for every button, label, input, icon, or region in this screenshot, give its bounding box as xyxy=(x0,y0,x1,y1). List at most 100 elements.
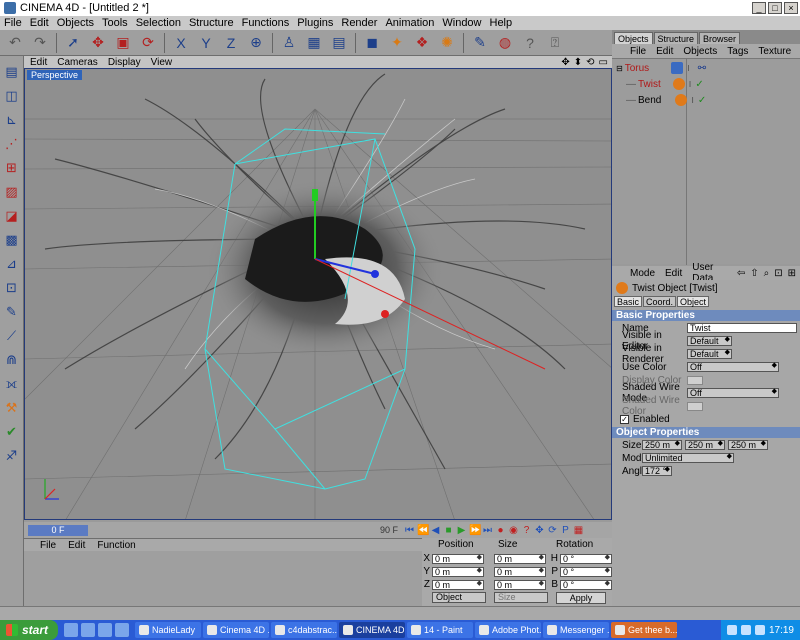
visible-editor-select[interactable]: Default xyxy=(687,336,732,346)
current-frame-field[interactable]: 0 F xyxy=(28,524,88,536)
position-z-field[interactable]: 0 m xyxy=(432,579,484,590)
rotate-icon[interactable]: ⟳ xyxy=(137,32,159,54)
play-reverse-icon[interactable]: ◀ xyxy=(430,525,441,536)
obj-menu-objects[interactable]: Objects xyxy=(683,46,717,57)
tab-coord[interactable]: Coord. xyxy=(643,296,677,307)
autokey-icon[interactable]: ◉ xyxy=(508,525,519,536)
magnet-icon[interactable]: ⋒ xyxy=(2,350,22,370)
tab-browser[interactable]: Browser xyxy=(699,32,741,44)
undo-icon[interactable]: ↶ xyxy=(4,32,26,54)
menu-window[interactable]: Window xyxy=(442,17,481,29)
layout-icon[interactable]: ▤ xyxy=(2,62,22,82)
name-input[interactable]: Twist xyxy=(687,323,797,333)
sculpt-icon[interactable]: ⚒ xyxy=(2,398,22,418)
taskbar-item-photoshop[interactable]: Adobe Phot... xyxy=(475,622,541,638)
object-properties-header[interactable]: Object Properties xyxy=(612,427,800,438)
y-axis-lock-button[interactable]: Y xyxy=(195,32,217,54)
mode-select[interactable]: Unlimited xyxy=(642,453,734,463)
menu-tools[interactable]: Tools xyxy=(102,17,128,29)
spline-icon[interactable]: ◍ xyxy=(494,32,516,54)
tab-basic[interactable]: Basic xyxy=(614,296,643,307)
material-menu-edit[interactable]: Edit xyxy=(68,540,85,551)
close-button[interactable]: × xyxy=(784,2,798,14)
new-panel-icon[interactable]: ⊞ xyxy=(788,268,796,279)
attr-menu-edit[interactable]: Edit xyxy=(665,268,682,279)
taskbar-item-c4dabstract[interactable]: c4dabstrac... xyxy=(271,622,337,638)
weight-icon[interactable]: ♐ xyxy=(2,446,22,466)
play-icon[interactable]: ▶ xyxy=(456,525,467,536)
collapse-icon[interactable]: ⊟ xyxy=(616,64,623,73)
bridge-icon[interactable]: ⟗ xyxy=(2,374,22,394)
visibility-dots-icon[interactable]: ⁝ xyxy=(691,96,694,105)
menu-objects[interactable]: Objects xyxy=(57,17,94,29)
shaded-wire-color-swatch[interactable] xyxy=(687,401,703,411)
use-color-select[interactable]: Off xyxy=(687,362,779,372)
axis-tool-icon[interactable]: ⊾ xyxy=(2,110,22,130)
obj-menu-texture[interactable]: Texture xyxy=(758,46,791,57)
point-level-icon[interactable]: ▦ xyxy=(573,525,584,536)
render-view-icon[interactable]: ❖ xyxy=(411,32,433,54)
coordinate-mode-select[interactable]: Object xyxy=(432,592,486,603)
position-key-icon[interactable]: ✥ xyxy=(534,525,545,536)
size-mode-select[interactable]: Size xyxy=(494,592,548,603)
taskbar-item-nadielady[interactable]: NadieLady xyxy=(135,622,201,638)
obj-menu-edit[interactable]: Edit xyxy=(656,46,673,57)
lock-icon[interactable]: ⊡ xyxy=(774,268,782,279)
up-arrow-icon[interactable]: ⇧ xyxy=(750,268,758,279)
brush-icon[interactable]: ✎ xyxy=(2,302,22,322)
network-icon[interactable] xyxy=(726,625,737,635)
size-y-field[interactable]: 0 m xyxy=(494,566,546,577)
attr-menu-mode[interactable]: Mode xyxy=(630,268,655,279)
enabled-check-icon[interactable]: ✓ xyxy=(698,95,706,106)
texture-mode-icon[interactable]: ▤ xyxy=(328,32,350,54)
taskbar-item-messenger[interactable]: Messenger ... xyxy=(543,622,609,638)
menu-selection[interactable]: Selection xyxy=(136,17,181,29)
x-axis-lock-button[interactable]: X xyxy=(170,32,192,54)
menu-help[interactable]: Help xyxy=(490,17,513,29)
live-selection-icon[interactable]: ➚ xyxy=(62,32,84,54)
move-icon[interactable]: ✥ xyxy=(87,32,109,54)
position-y-field[interactable]: 0 m xyxy=(432,566,484,577)
maximize-view-icon[interactable]: ▭ xyxy=(599,57,608,68)
show-desktop-icon[interactable] xyxy=(98,623,112,637)
minimize-button[interactable]: _ xyxy=(752,2,766,14)
menu-plugins[interactable]: Plugins xyxy=(297,17,333,29)
paint-icon[interactable]: ✔ xyxy=(2,422,22,442)
obj-menu-tags[interactable]: Tags xyxy=(727,46,748,57)
clock[interactable]: 17:19 xyxy=(769,625,794,636)
knife-icon[interactable]: ⟋ xyxy=(2,326,22,346)
pan-icon[interactable]: ✥ xyxy=(561,57,569,68)
polygon-mode-icon[interactable]: ▨ xyxy=(2,182,22,202)
light-icon[interactable]: ✎ xyxy=(469,32,491,54)
step-forward-icon[interactable]: ⏩ xyxy=(469,525,481,536)
help-cursor-icon[interactable]: ? xyxy=(519,32,541,54)
uv-mode-icon[interactable]: ◪ xyxy=(2,206,22,226)
checker-icon[interactable]: ▩ xyxy=(2,230,22,250)
size-x-input[interactable]: 250 m xyxy=(642,440,682,450)
menu-render[interactable]: Render xyxy=(341,17,377,29)
list-item[interactable]: ⊟ Torus ⁝ ⚯ xyxy=(616,61,706,75)
menu-structure[interactable]: Structure xyxy=(189,17,234,29)
object-mode-icon[interactable]: ▦ xyxy=(303,32,325,54)
viewport-menu-display[interactable]: Display xyxy=(108,57,141,68)
keyframe-selection-icon[interactable]: ? xyxy=(521,525,532,536)
render-region-icon[interactable]: ✦ xyxy=(386,32,408,54)
display-color-swatch[interactable] xyxy=(687,375,703,385)
snap-icon[interactable]: ⊿ xyxy=(2,254,22,274)
go-to-start-icon[interactable]: ⏮ xyxy=(404,525,415,536)
media-player-icon[interactable] xyxy=(81,623,95,637)
apply-button[interactable]: Apply xyxy=(556,592,606,604)
size-x-field[interactable]: 0 m xyxy=(494,553,546,564)
coordinate-system-icon[interactable]: ⊕ xyxy=(245,32,267,54)
context-help-icon[interactable]: ⍰ xyxy=(544,32,566,54)
go-to-end-icon[interactable]: ⏭ xyxy=(482,525,493,536)
z-axis-lock-button[interactable]: Z xyxy=(220,32,242,54)
render-settings-icon[interactable]: ✺ xyxy=(436,32,458,54)
position-x-field[interactable]: 0 m xyxy=(432,553,484,564)
object-name[interactable]: Torus xyxy=(625,63,649,74)
edges-mode-icon[interactable]: ⊞ xyxy=(2,158,22,178)
object-tools-icon[interactable]: ◫ xyxy=(2,86,22,106)
start-button[interactable]: start xyxy=(0,620,58,640)
workplane-icon[interactable]: ⊡ xyxy=(2,278,22,298)
shaded-wire-mode-select[interactable]: Off xyxy=(687,388,779,398)
